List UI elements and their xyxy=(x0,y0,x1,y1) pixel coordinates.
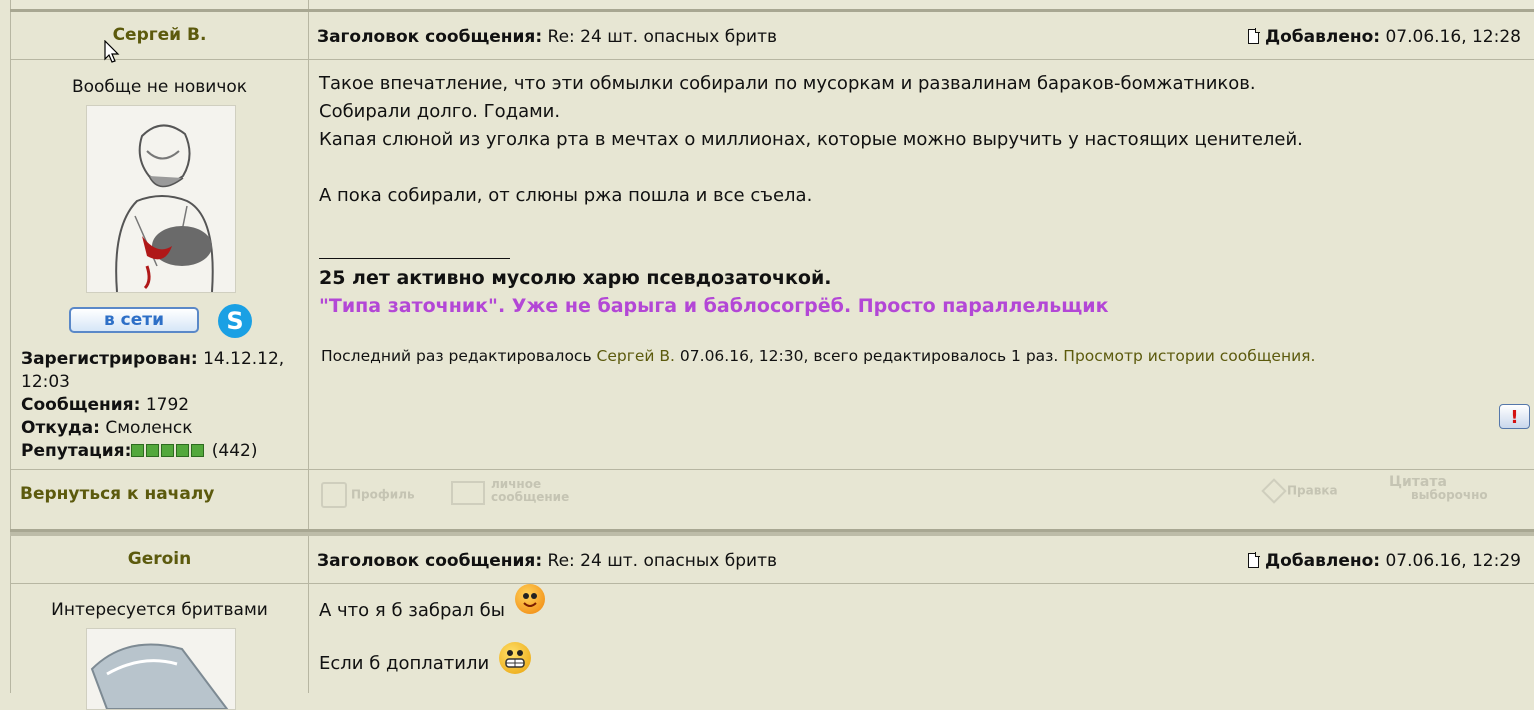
post-line xyxy=(319,154,1499,182)
post: Geroin Интересуется бритвами Заголовок с… xyxy=(10,536,1534,710)
online-status-button[interactable]: в сети xyxy=(69,307,199,333)
post-line: Собирали долго. Годами. xyxy=(319,101,561,122)
reputation-box xyxy=(161,444,175,457)
author-name[interactable]: Сергей В. xyxy=(11,25,308,45)
post-text: А что я б забрал бы xyxy=(319,600,505,621)
quote-button[interactable]: Цитата выборочно xyxy=(1389,473,1499,502)
reputation-box xyxy=(176,444,190,457)
message-column: Заголовок сообщения: Re: 24 шт. опасных … xyxy=(309,12,1534,529)
post: Сергей В. Вообще не новичок в сети S Зар… xyxy=(10,12,1534,529)
profile-icon xyxy=(321,482,347,508)
tag-icon xyxy=(1261,478,1287,504)
subject-text: Re: 24 шт. опасных бритв xyxy=(547,27,778,47)
edited-by-link[interactable]: Сергей В. xyxy=(597,347,675,365)
author-column: Geroin Интересуется бритвами xyxy=(11,536,309,710)
post-line: Капая слюной из уголка рта в мечтах о ми… xyxy=(319,129,1303,150)
profile-button[interactable]: Профиль xyxy=(321,482,415,508)
profile-label: Профиль xyxy=(351,487,415,502)
author-column: Сергей В. Вообще не новичок в сети S Зар… xyxy=(11,12,309,529)
edit-suffix: 07.06.16, 12:30, всего редактировалось 1… xyxy=(679,347,1059,365)
pm-button[interactable]: личное сообщение xyxy=(451,473,569,505)
grin-emoji-icon xyxy=(498,642,531,674)
registered-label: Зарегистрирован: xyxy=(21,349,198,369)
post-text: Если б доплатили xyxy=(319,653,490,674)
post-document-icon[interactable] xyxy=(1247,552,1260,568)
subject: Заголовок сообщения: Re: 24 шт. опасных … xyxy=(317,27,777,47)
post-line: Такое впечатление, что эти обмылки собир… xyxy=(319,73,1256,94)
signature-line-1: 25 лет активно мусолю харю псевдозаточко… xyxy=(319,267,832,289)
user-info: Зарегистрирован: 14.12.12, 12:03 Сообщен… xyxy=(21,348,301,463)
reputation-boxes xyxy=(131,441,206,461)
user-rank: Интересуется бритвами xyxy=(51,600,268,620)
added-label: Добавлено: xyxy=(1264,27,1381,47)
post-document-icon[interactable] xyxy=(1247,28,1260,44)
post-date: Добавлено: 07.06.16, 12:29 xyxy=(1247,551,1521,571)
reputation-box xyxy=(191,444,205,457)
post-line: А что я б забрал бы xyxy=(319,584,545,626)
reputation-count[interactable]: (442) xyxy=(212,441,258,461)
subject-label: Заголовок сообщения: xyxy=(317,27,543,47)
envelope-icon xyxy=(451,481,485,505)
report-button[interactable]: ! xyxy=(1499,404,1530,429)
post-date: Добавлено: 07.06.16, 12:28 xyxy=(1247,27,1521,47)
smile-face xyxy=(522,593,537,607)
subject: Заголовок сообщения: Re: 24 шт. опасных … xyxy=(317,551,777,571)
reputation-box xyxy=(131,444,145,457)
added-label: Добавлено: xyxy=(1264,551,1381,571)
author-name[interactable]: Geroin xyxy=(11,549,308,569)
subject-label: Заголовок сообщения: xyxy=(317,551,543,571)
from-label: Откуда: xyxy=(21,418,100,438)
back-to-top-link[interactable]: Вернуться к началу xyxy=(20,484,214,504)
edit-label: Правка xyxy=(1287,483,1338,498)
messages-value: 1792 xyxy=(145,395,190,415)
added-value: 07.06.16, 12:29 xyxy=(1385,551,1521,571)
user-rank: Вообще не новичок xyxy=(71,77,248,97)
post-line: Если б доплатили xyxy=(319,642,531,680)
avatar xyxy=(86,105,236,293)
razor-avatar-image xyxy=(87,629,235,709)
edit-notice: Последний раз редактировалось Сергей В. … xyxy=(321,347,1315,365)
message-column: Заголовок сообщения: Re: 24 шт. опасных … xyxy=(309,536,1534,693)
messages-label: Сообщения: xyxy=(21,395,141,415)
from-value: Смоленск xyxy=(105,418,193,438)
edit-history-link[interactable]: Просмотр истории сообщения. xyxy=(1063,347,1315,365)
post-body: Такое впечатление, что эти обмылки собир… xyxy=(319,70,1499,210)
signature-line-2: "Типа заточник". Уже не барыга и баблосо… xyxy=(319,295,1109,317)
signature-divider xyxy=(319,258,510,259)
subject-text: Re: 24 шт. опасных бритв xyxy=(547,551,778,571)
post-line: А пока собирали, от слюны ржа пошла и вс… xyxy=(319,185,813,206)
smile-emoji-icon xyxy=(514,584,545,614)
reputation-label: Репутация: xyxy=(21,441,132,461)
avatar-image xyxy=(87,106,235,292)
reputation-box xyxy=(146,444,160,457)
added-value: 07.06.16, 12:28 xyxy=(1385,27,1521,47)
skype-icon[interactable]: S xyxy=(218,304,252,338)
grin-face xyxy=(505,650,525,668)
edit-button[interactable]: Правка xyxy=(1261,478,1338,504)
mouse-cursor-icon xyxy=(104,40,120,63)
avatar xyxy=(86,628,236,710)
quote-label-2: выборочно xyxy=(1411,488,1488,502)
edit-prefix: Последний раз редактировалось xyxy=(321,347,592,365)
pm-label-2: сообщение xyxy=(491,490,570,504)
